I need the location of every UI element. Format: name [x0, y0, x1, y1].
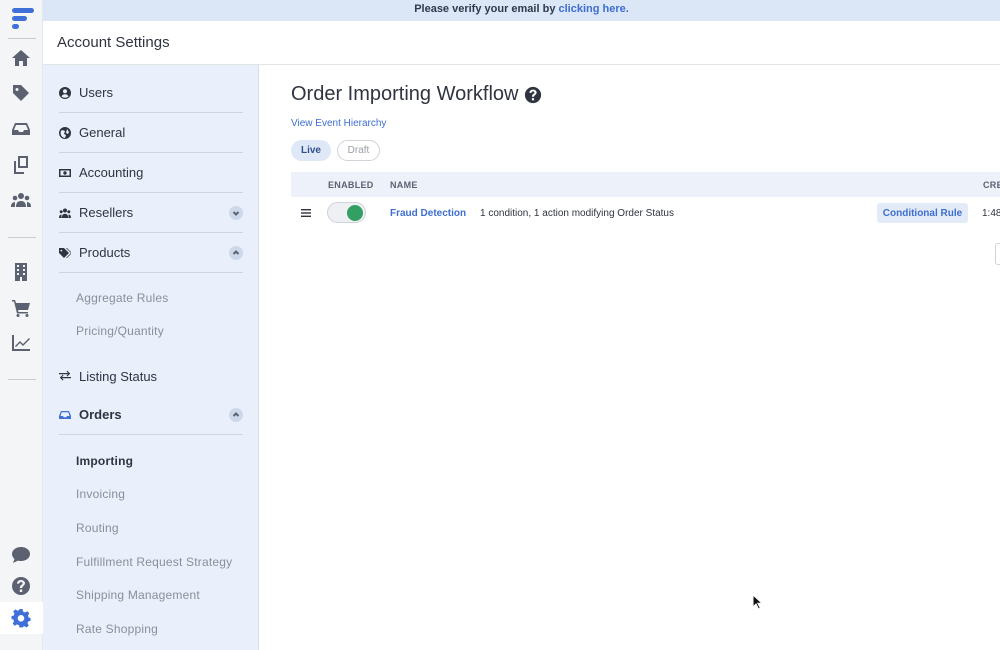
nav-sub-shipping-management[interactable]: Shipping Management — [76, 588, 200, 602]
nav-sub-importing[interactable]: Importing — [76, 454, 133, 468]
nav-item-listing-status[interactable]: Listing Status — [59, 356, 243, 396]
inbox-icon[interactable] — [10, 118, 32, 140]
nav-item-resellers[interactable]: Resellers — [59, 193, 243, 233]
chart-icon[interactable] — [10, 332, 32, 354]
nav-sub-fulfillment-request-strategy[interactable]: Fulfillment Request Strategy — [76, 555, 232, 569]
globe-icon — [59, 126, 71, 139]
chevron-up-icon[interactable] — [229, 407, 243, 422]
nav-label: Resellers — [79, 205, 134, 220]
building-icon[interactable] — [10, 261, 32, 283]
nav-sub-rate-shopping[interactable]: Rate Shopping — [76, 622, 158, 636]
rule-type-badge: Conditional Rule — [877, 203, 968, 223]
money-icon — [59, 167, 71, 179]
tags-icon — [59, 247, 71, 259]
mouse-cursor-icon — [752, 594, 764, 610]
rule-name-link[interactable]: Fraud Detection — [390, 208, 466, 219]
settings-header: Account Settings — [43, 21, 1000, 65]
inbox-icon — [59, 409, 71, 421]
toggle-knob — [347, 205, 363, 221]
rule-description: 1 condition, 1 action modifying Order St… — [480, 208, 674, 219]
column-enabled[interactable]: ENABLED — [328, 180, 374, 190]
nav-label: Products — [79, 245, 131, 260]
verify-email-banner: Please verify your email by clicking her… — [43, 0, 1000, 21]
chat-icon[interactable] — [10, 544, 32, 566]
nav-label: Users — [79, 85, 113, 100]
chevron-up-icon[interactable] — [229, 245, 243, 260]
copy-icon[interactable] — [10, 154, 32, 176]
page-title: Order Importing Workflow — [291, 83, 542, 106]
tag-icon[interactable] — [10, 82, 32, 104]
settings-sidebar: Users General Accounting Resellers Produ… — [43, 65, 259, 650]
tab-live[interactable]: Live — [291, 140, 331, 161]
app-icon-rail — [0, 0, 43, 650]
page-title-text: Order Importing Workflow — [291, 83, 519, 105]
main-content: Order Importing Workflow View Event Hier… — [259, 65, 1000, 650]
rail-divider — [8, 38, 36, 39]
nav-item-users[interactable]: Users — [59, 73, 243, 113]
rail-divider — [8, 237, 36, 238]
exchange-icon — [59, 370, 71, 382]
page-section-title: Account Settings — [57, 34, 170, 51]
nav-label: Accounting — [79, 165, 144, 180]
nav-label: General — [79, 125, 126, 140]
rail-divider — [8, 379, 36, 380]
drag-handle-icon[interactable] — [301, 208, 311, 218]
users-icon[interactable] — [10, 189, 32, 211]
nav-sub-routing[interactable]: Routing — [76, 521, 119, 535]
chevron-down-icon[interactable] — [229, 205, 243, 220]
row-action-button[interactable] — [995, 243, 1000, 265]
column-created[interactable]: CRE — [983, 180, 1000, 190]
verify-email-link[interactable]: clicking here. — [559, 3, 629, 15]
rule-created-time: 1:48 — [982, 208, 1000, 219]
nav-item-orders[interactable]: Orders — [59, 395, 243, 435]
users-icon — [59, 207, 71, 219]
nav-label: Listing Status — [79, 368, 158, 384]
help-circle-icon[interactable] — [524, 86, 542, 104]
home-icon[interactable] — [10, 47, 32, 69]
nav-item-accounting[interactable]: Accounting — [59, 153, 243, 193]
nav-label: Orders — [79, 407, 122, 422]
nav-sub-aggregate-rules[interactable]: Aggregate Rules — [76, 291, 168, 305]
view-event-hierarchy-link[interactable]: View Event Hierarchy — [291, 118, 386, 129]
nav-item-products[interactable]: Products — [59, 233, 243, 273]
tab-draft[interactable]: Draft — [337, 140, 380, 161]
help-icon[interactable] — [10, 575, 32, 597]
column-name[interactable]: NAME — [390, 180, 418, 190]
user-circle-icon — [59, 86, 71, 99]
nav-sub-pricing-quantity[interactable]: Pricing/Quantity — [76, 324, 164, 338]
gear-icon[interactable] — [10, 607, 32, 629]
nav-item-general[interactable]: General — [59, 113, 243, 153]
banner-text: Please verify your email by — [414, 3, 559, 15]
table-header: ENABLED NAME CRE — [291, 172, 1000, 197]
nav-sub-invoicing[interactable]: Invoicing — [76, 487, 125, 501]
logo-icon[interactable] — [9, 5, 35, 31]
enabled-toggle[interactable] — [327, 202, 366, 223]
table-row[interactable]: Fraud Detection 1 condition, 1 action mo… — [291, 199, 1000, 229]
settings-nav-active[interactable] — [0, 602, 43, 634]
cart-icon[interactable] — [10, 297, 32, 319]
